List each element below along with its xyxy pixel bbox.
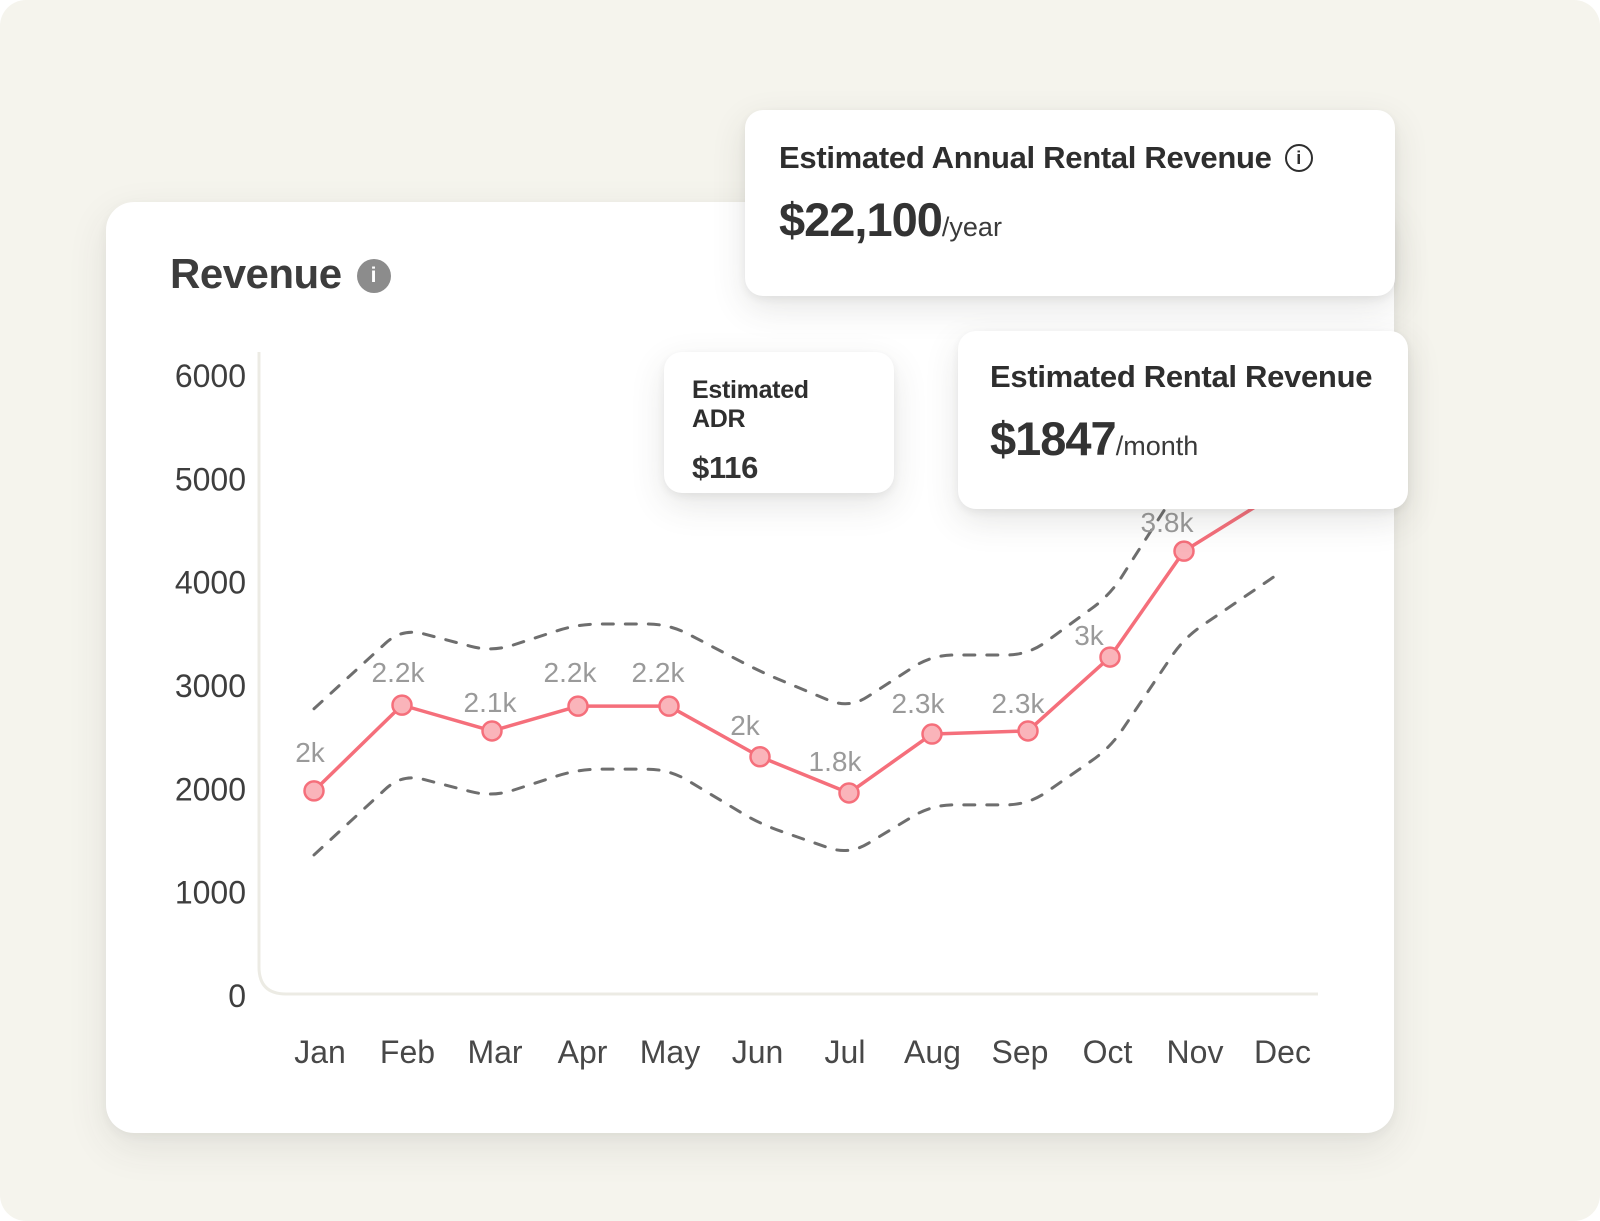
info-icon[interactable]: i <box>357 259 391 293</box>
annual-revenue-title: Estimated Annual Rental Revenue i <box>779 140 1361 176</box>
adr-title: Estimated ADR <box>692 376 866 434</box>
monthly-revenue-title: Estimated Rental Revenue <box>990 359 1376 395</box>
adr-card: Estimated ADR $116 <box>664 352 894 493</box>
adr-value: $116 <box>692 450 758 486</box>
monthly-revenue-value: $1847 <box>990 411 1116 466</box>
annual-revenue-card: Estimated Annual Rental Revenue i $22,10… <box>745 110 1395 296</box>
monthly-revenue-value-row: $1847 /month <box>990 411 1376 466</box>
annual-revenue-unit: /year <box>942 212 1002 243</box>
adr-title-text: Estimated ADR <box>692 376 866 434</box>
info-icon[interactable]: i <box>1285 144 1313 172</box>
annual-revenue-value-row: $22,100 /year <box>779 192 1361 247</box>
chart-title: Revenue <box>170 250 342 298</box>
chart-header: Revenue i <box>170 250 391 298</box>
monthly-revenue-card: Estimated Rental Revenue $1847 /month <box>958 331 1408 509</box>
annual-revenue-title-text: Estimated Annual Rental Revenue <box>779 140 1272 176</box>
page-background: Revenue i 0100020003000400050006000JanFe… <box>0 0 1600 1221</box>
annual-revenue-value: $22,100 <box>779 192 942 247</box>
monthly-revenue-unit: /month <box>1116 431 1199 462</box>
monthly-revenue-title-text: Estimated Rental Revenue <box>990 359 1372 395</box>
adr-value-row: $116 <box>692 450 866 486</box>
